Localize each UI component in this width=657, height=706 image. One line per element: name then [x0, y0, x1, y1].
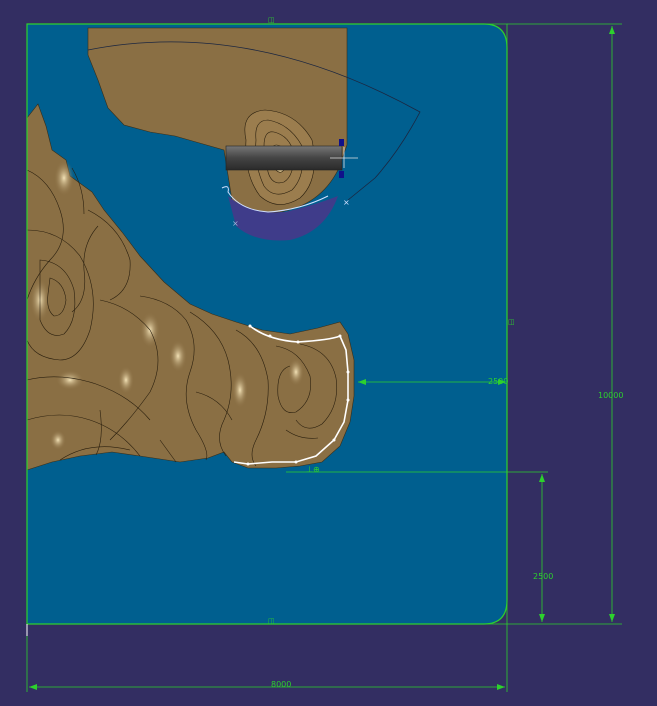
cad-viewport[interactable]: × × ⊥⊕ ◫ ◫ ◫ 10000 8000 2500 2500 — [0, 0, 657, 702]
midpoint-marker-right[interactable]: ◫ — [508, 318, 515, 326]
point-marker-2[interactable]: × — [343, 198, 350, 207]
midpoint-marker-top[interactable]: ◫ — [268, 16, 275, 24]
dimension-width[interactable]: 8000 — [29, 680, 505, 690]
dimension-height-label[interactable]: 10000 — [598, 391, 623, 400]
dimension-height[interactable]: 10000 — [598, 26, 623, 622]
point-marker-1[interactable]: × — [232, 219, 239, 228]
dimension-right-offset-label[interactable]: 2500 — [488, 377, 508, 386]
dimension-bottom-offset-label[interactable]: 2500 — [533, 572, 553, 581]
sketch-canvas[interactable]: × × ⊥⊕ ◫ ◫ ◫ 10000 8000 2500 2500 — [0, 0, 657, 702]
dimension-width-label[interactable]: 8000 — [271, 680, 291, 689]
dimension-bottom-offset[interactable]: 2500 — [533, 474, 553, 622]
slot-handle-top[interactable] — [339, 139, 344, 146]
slot-handle-bottom[interactable] — [339, 171, 344, 178]
constraint-symbol[interactable]: ⊥⊕ — [306, 465, 320, 474]
midpoint-marker-bottom[interactable]: ◫ — [268, 617, 275, 625]
slot-feature[interactable] — [225, 145, 343, 171]
